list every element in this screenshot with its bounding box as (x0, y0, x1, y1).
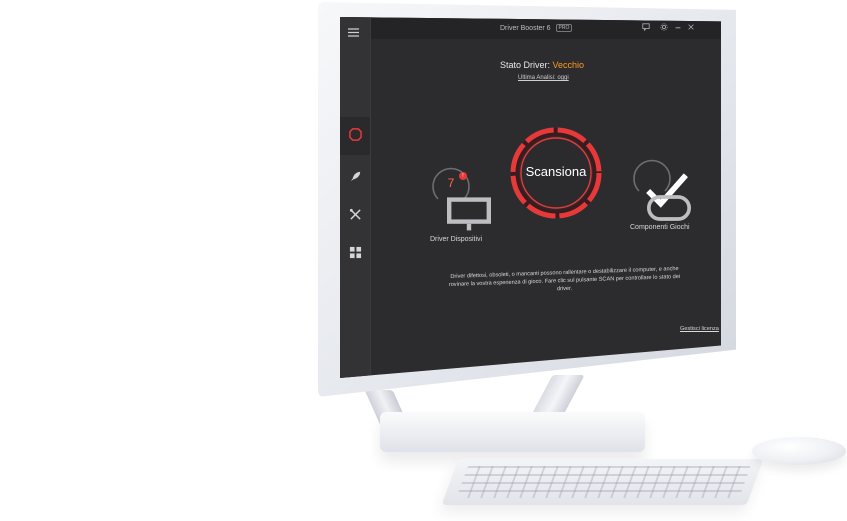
devices-gauge[interactable]: 7 ! (429, 163, 491, 231)
driver-status-label: Stato Driver: (500, 60, 551, 70)
sidebar-item-scan[interactable] (340, 117, 370, 155)
app-title-text: Driver Booster 6 (500, 25, 551, 32)
sidebar (340, 17, 371, 378)
scan-button[interactable]: Scansiona (510, 123, 602, 223)
product-scene: Driver Booster 6 PRO Stato Driver: Vecch… (0, 0, 847, 521)
keyboard (441, 459, 764, 505)
last-scan-link[interactable]: Ultima Analisi: oggi (518, 75, 569, 81)
sidebar-item-tools[interactable] (340, 197, 370, 235)
app-title: Driver Booster 6 PRO (500, 24, 573, 32)
mouse (752, 437, 846, 465)
settings-icon[interactable] (659, 23, 669, 33)
scan-description: Driver difettosi, obsoleti, o mancanti p… (448, 266, 681, 293)
app-window: Driver Booster 6 PRO Stato Driver: Vecch… (340, 17, 721, 378)
alert-badge: ! (459, 172, 467, 180)
game-components-gauge-label: Componenti Giochi (630, 224, 690, 231)
driver-status-value: Vecchio (552, 60, 585, 70)
sidebar-item-boost[interactable] (340, 159, 370, 197)
tools-icon (349, 208, 362, 224)
shield-icon (348, 128, 362, 144)
driver-status: Stato Driver: Vecchio (500, 60, 620, 70)
close-icon[interactable] (686, 23, 696, 33)
rocket-icon (349, 170, 362, 186)
pro-badge: PRO (555, 24, 573, 32)
menu-icon[interactable] (348, 24, 359, 37)
grid-icon (349, 246, 362, 262)
devices-gauge-label: Driver Dispositivi (430, 236, 483, 243)
feedback-icon[interactable] (641, 23, 651, 33)
minimize-icon[interactable] (673, 23, 683, 33)
scan-button-label: Scansiona (525, 164, 587, 179)
sidebar-item-action-center[interactable] (340, 235, 370, 273)
keyboard-keys (456, 466, 751, 498)
manage-license-link[interactable]: Gestisci licenza (680, 326, 719, 332)
monitor-stand-base (380, 412, 645, 452)
game-components-gauge[interactable] (630, 155, 691, 221)
